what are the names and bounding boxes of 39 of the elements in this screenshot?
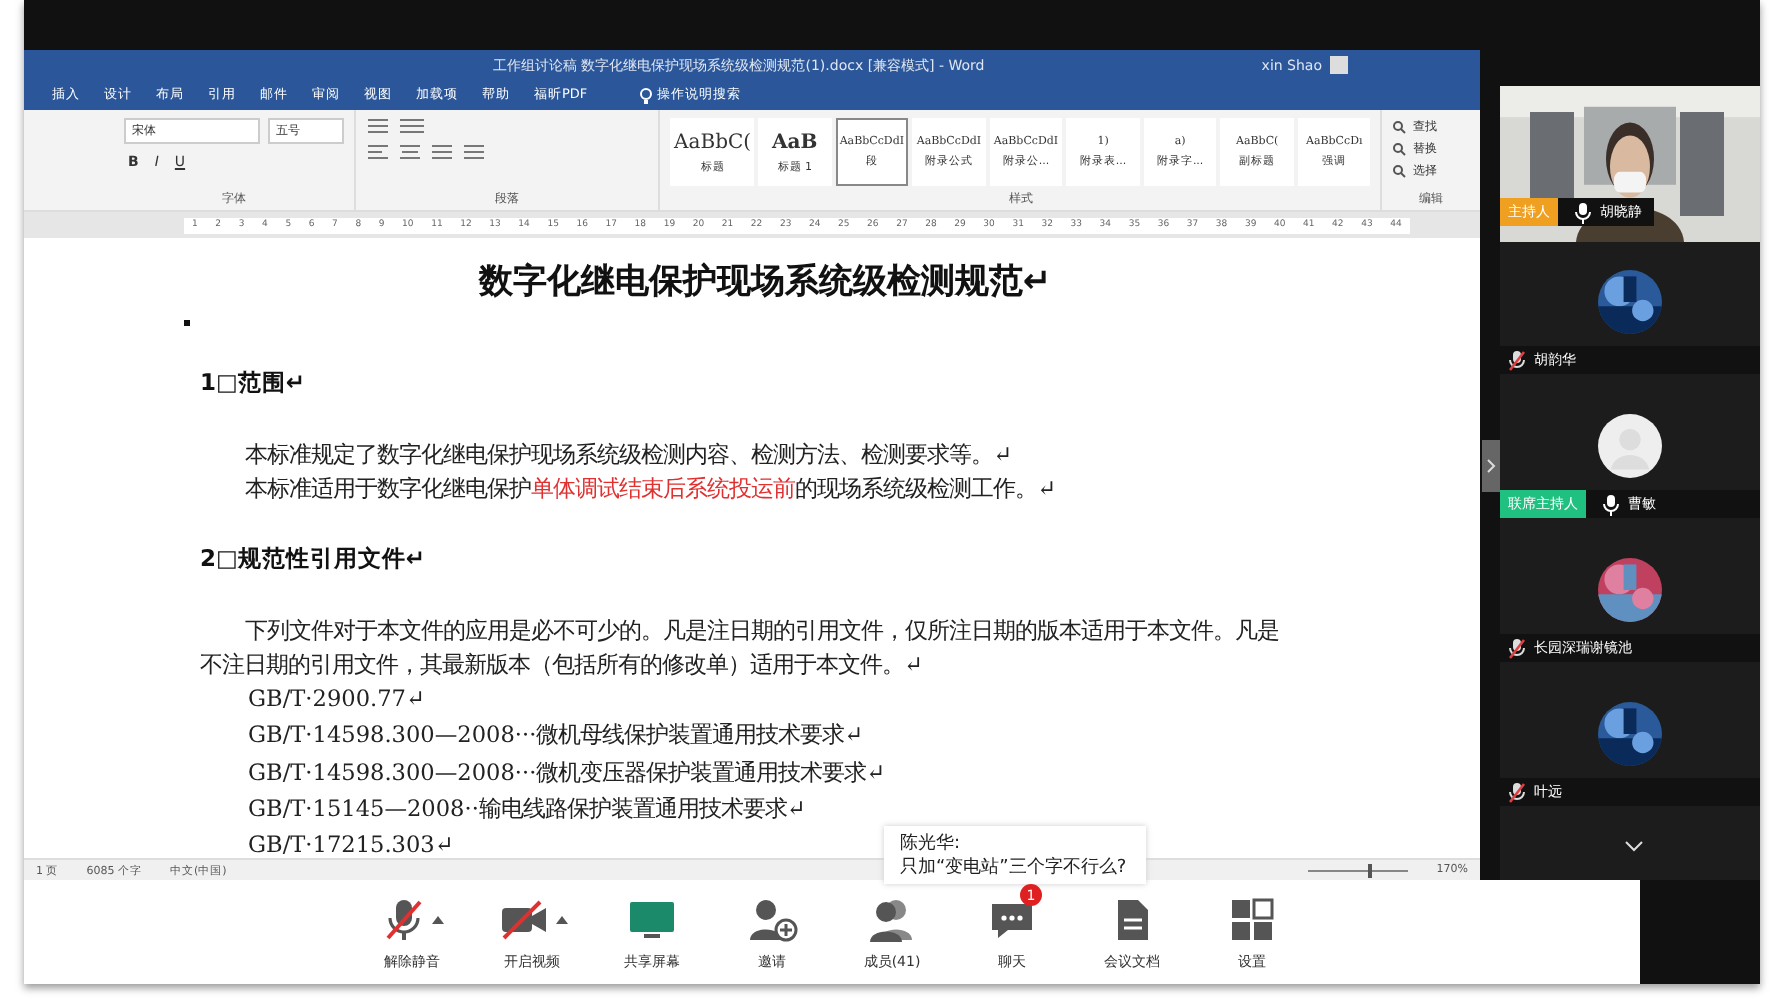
muted-mic-icon: [1508, 637, 1526, 659]
add-person-icon: [746, 896, 798, 944]
default-avatar-icon: [1598, 414, 1662, 478]
bullet-mark: [184, 320, 190, 326]
paragraph: 下列文件对于本文件的应用是必不可少的。凡是注日期的引用文件，仅所注日期的版本适用于本文件。凡是不注日期的引用文件，其最新版本（包括所有的修改单）适用于本文件。↵: [200, 616, 1282, 682]
mic-icon: [1602, 493, 1620, 515]
caret-icon: [431, 916, 443, 924]
muted-mic-icon: [1508, 781, 1526, 803]
paragraph: 本标准规定了数字化继电保护现场系统级检测内容、检测方法、检测要求等。↵: [243, 440, 1015, 472]
user-avatar-icon: [1330, 56, 1348, 74]
edit-command-icon: [1392, 120, 1407, 134]
edit-command-icon: [1392, 164, 1407, 178]
mic-icon: [1574, 201, 1592, 223]
chevron-right-icon: [1486, 458, 1496, 474]
lightbulb-icon: [639, 87, 652, 103]
grid-icon: [1228, 896, 1276, 944]
reference-line: GB/T·15145—2008··输电线路保护装置通用技术要求↵: [248, 793, 806, 826]
muted-mic-icon: [1508, 349, 1526, 371]
members-icon: [866, 896, 918, 944]
video-off-icon: [497, 896, 549, 944]
section-heading: 1□范围↵: [200, 368, 308, 398]
reference-line: GB/T·17215.303↵: [248, 830, 454, 858]
edit-command-icon: [1392, 142, 1407, 156]
paragraph: 本标准适用于数字化继电保护单体调试结束后系统投运前的现场系统级检测工作。↵: [243, 474, 1059, 506]
caret-icon: [555, 916, 567, 924]
section-heading: 2□规范性引用文件↵: [200, 544, 428, 574]
chat-sender: 陈光华:: [900, 832, 963, 856]
chevron-down-icon[interactable]: [1624, 840, 1644, 852]
list-icon[interactable]: [366, 118, 426, 134]
screen-share-icon: [626, 896, 678, 944]
expand-tab[interactable]: [1482, 440, 1500, 492]
document-title: 数字化继电保护现场系统级检测规范↵: [476, 260, 1054, 304]
muted-mic-icon: [381, 896, 425, 944]
reference-line: GB/T·14598.300—2008···微机变压器保护装置通用技术要求↵: [248, 757, 886, 790]
reference-line: GB/T·2900.77↵: [248, 684, 425, 716]
align-icon[interactable]: [366, 144, 486, 160]
chat-message: 只加“变电站”三个字不行么?: [900, 856, 1127, 880]
zoom-slider-thumb[interactable]: [1368, 863, 1373, 877]
reference-line: GB/T·14598.300—2008···微机母线保护装置通用技术要求↵: [248, 720, 864, 753]
